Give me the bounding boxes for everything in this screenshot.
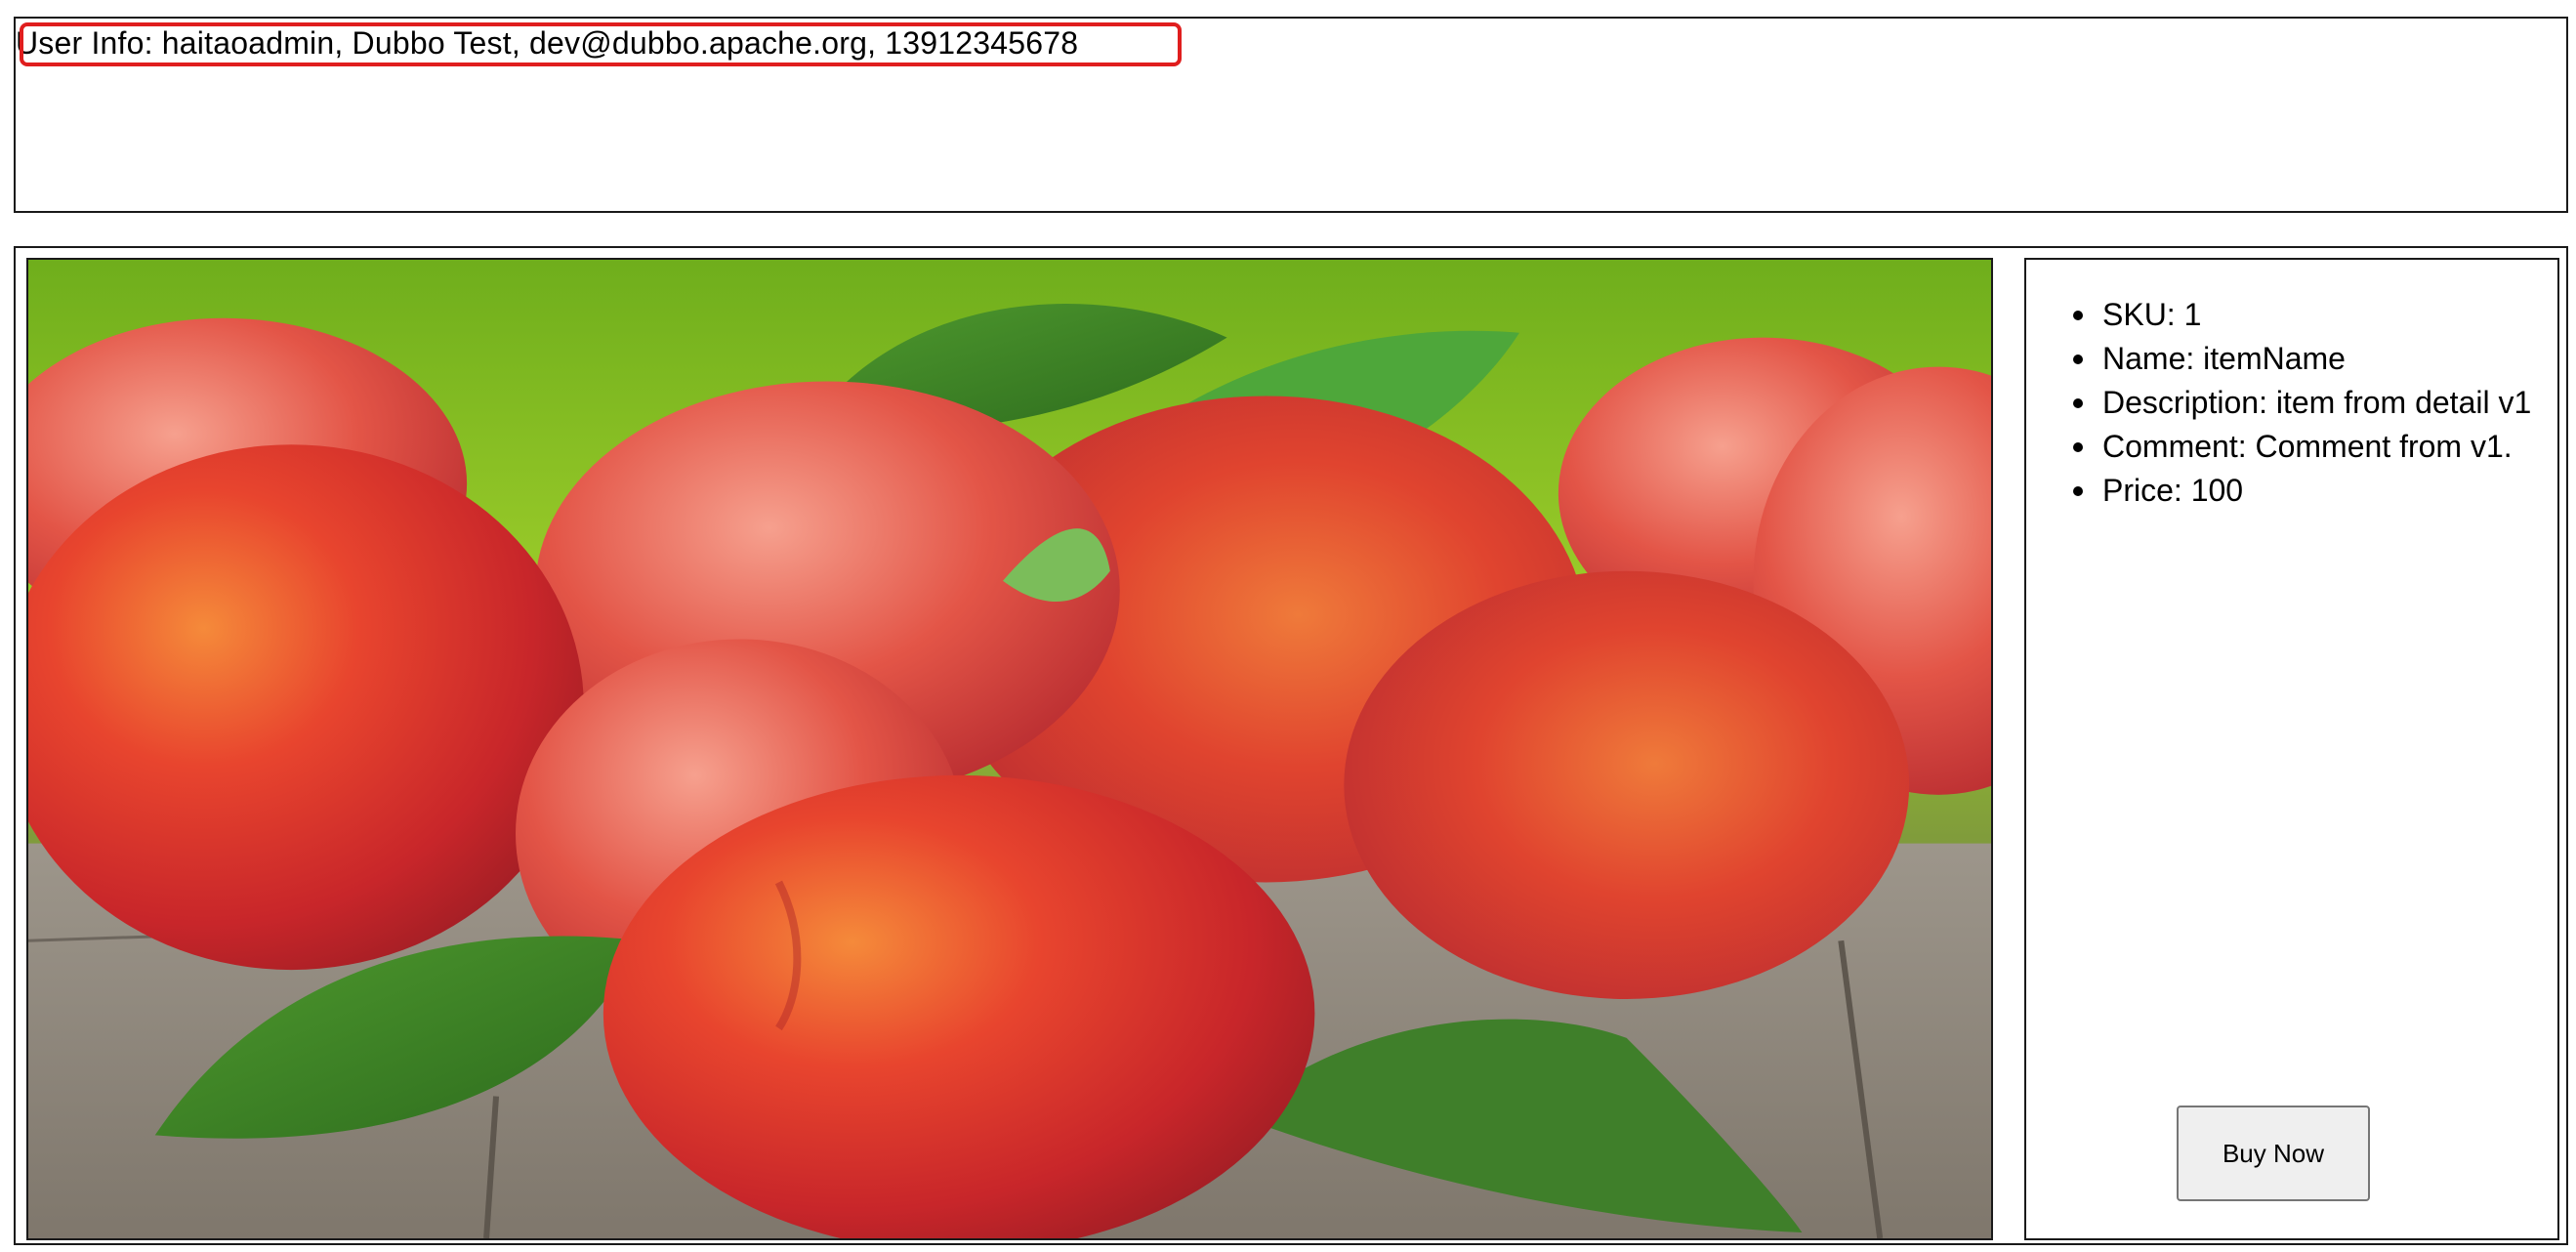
page: User Info: haitaoadmin, Dubbo Test, dev@… bbox=[0, 0, 2576, 1252]
detail-price: Price: 100 bbox=[2073, 469, 2531, 513]
detail-description: Description: item from detail v1 bbox=[2073, 381, 2531, 425]
detail-sku: SKU: 1 bbox=[2073, 293, 2531, 337]
product-panel: SKU: 1 Name: itemName Description: item … bbox=[14, 246, 2568, 1245]
product-details-box: SKU: 1 Name: itemName Description: item … bbox=[2024, 258, 2559, 1240]
product-details-list: SKU: 1 Name: itemName Description: item … bbox=[2073, 293, 2531, 513]
user-info-highlight-box bbox=[20, 22, 1182, 66]
detail-name: Name: itemName bbox=[2073, 337, 2531, 381]
peaches-image bbox=[28, 260, 1991, 1238]
detail-comment: Comment: Comment from v1. bbox=[2073, 425, 2531, 469]
buy-now-button[interactable]: Buy Now bbox=[2177, 1106, 2370, 1201]
product-image bbox=[26, 258, 1993, 1240]
user-info-panel: User Info: haitaoadmin, Dubbo Test, dev@… bbox=[14, 17, 2568, 213]
